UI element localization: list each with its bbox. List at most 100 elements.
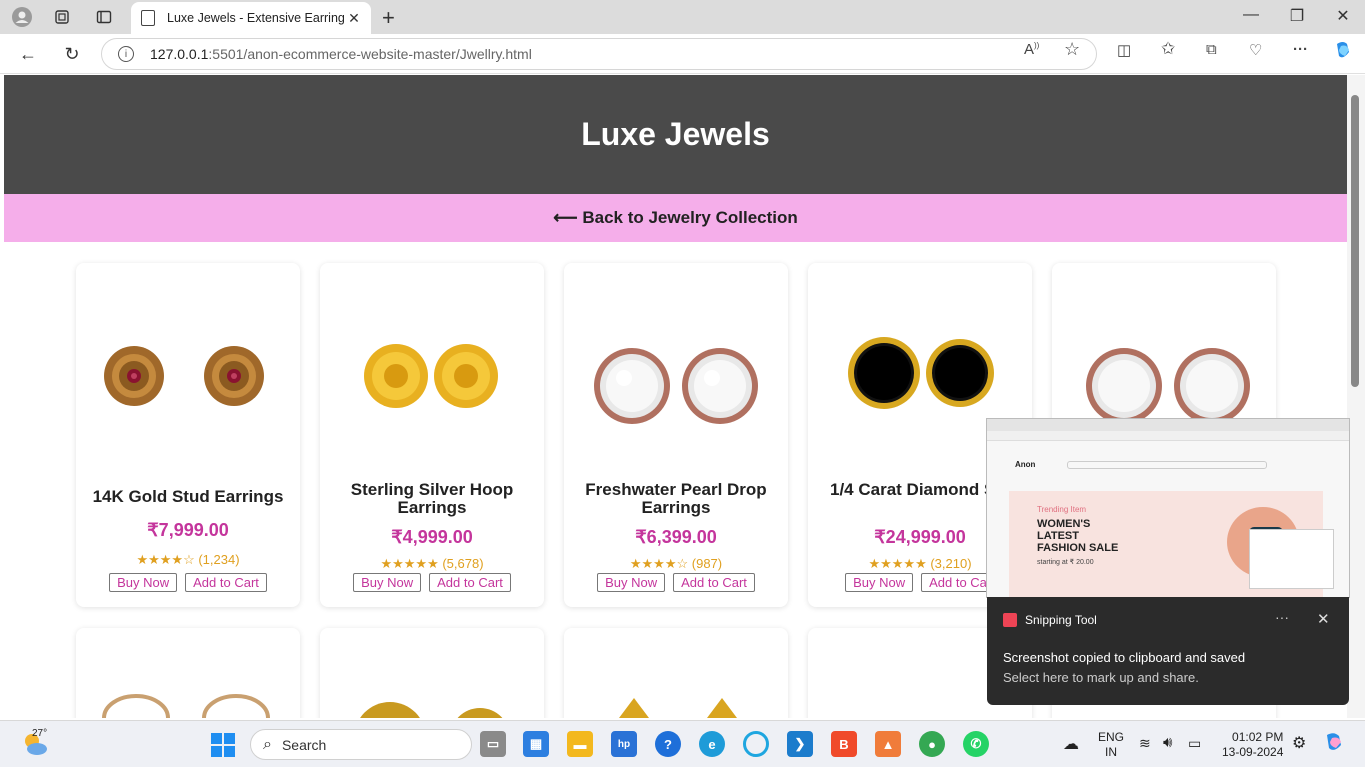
maximize-icon[interactable]: ❐ (1287, 6, 1307, 26)
vscode-icon[interactable]: ❯ (787, 731, 813, 757)
file-explorer-icon[interactable]: ▬ (567, 731, 593, 757)
whatsapp-icon[interactable]: ✆ (963, 731, 989, 757)
page-favicon-icon (141, 10, 155, 26)
url-host: 127.0.0.1 (150, 46, 209, 62)
product-card: Sterling Silver Hoop Earrings ₹4,999.00 … (320, 263, 544, 607)
snipping-tool-icon (1003, 613, 1017, 627)
buy-now-button[interactable]: Buy Now (109, 573, 178, 592)
product-card (564, 628, 788, 718)
product-image[interactable] (76, 628, 300, 718)
favorites-icon[interactable]: ✩ (1161, 39, 1175, 59)
back-arrow-icon[interactable]: ← (16, 42, 40, 66)
product-rating: ★★★★☆ (987) (629, 556, 723, 571)
start-button[interactable] (211, 733, 235, 757)
volume-icon[interactable]: 🔊︎ (1163, 734, 1172, 751)
window-close-icon[interactable]: ✕ (1333, 6, 1353, 26)
minimize-icon[interactable]: — (1241, 6, 1261, 24)
search-icon: ⌕ (263, 735, 272, 753)
product-name: Freshwater Pearl Drop Earrings (585, 480, 767, 517)
tab-actions-icon[interactable] (93, 6, 115, 28)
snip-preview[interactable]: Anon Trending Item WOMEN'S LATEST FASHIO… (986, 418, 1350, 598)
workspaces-icon[interactable] (51, 6, 73, 28)
product-image[interactable] (76, 303, 300, 443)
preview-headline-3: FASHION SALE (1037, 542, 1119, 554)
clock-date: 13-09-2024 (1222, 745, 1284, 759)
store-icon[interactable]: ▦ (523, 731, 549, 757)
product-price: ₹7,999.00 (147, 520, 229, 540)
product-rating: ★★★★☆ (1,234) (136, 552, 240, 567)
toast-close-icon[interactable]: ✕ (1317, 610, 1330, 628)
url-path: :5501/anon-ecommerce-website-master/Jwel… (208, 46, 532, 62)
cortana-icon[interactable] (743, 731, 769, 757)
lang-secondary: IN (1105, 745, 1117, 759)
add-to-cart-button[interactable]: Add to Cart (429, 573, 511, 592)
product-price: ₹6,399.00 (635, 527, 717, 547)
edge-icon[interactable]: e (699, 731, 725, 757)
product-name: Sterling Silver Hoop Earrings (350, 480, 514, 517)
help-icon[interactable]: ? (655, 731, 681, 757)
snipping-tool-toast[interactable]: Snipping Tool ··· ✕ Screenshot copied to… (987, 597, 1349, 705)
site-info-icon[interactable]: i (118, 46, 134, 62)
toast-message: Screenshot copied to clipboard and saved (1003, 650, 1246, 665)
address-bar[interactable]: i 127.0.0.1:5501/anon-ecommerce-website-… (101, 38, 1097, 70)
buy-now-button[interactable]: Buy Now (597, 573, 666, 592)
preview-headline-2: LATEST (1037, 530, 1079, 542)
task-view-icon[interactable]: ▭ (480, 731, 506, 757)
read-aloud-icon[interactable]: A)) (1024, 41, 1039, 58)
toast-more-icon[interactable]: ··· (1275, 609, 1289, 625)
product-image[interactable] (564, 303, 788, 443)
new-tab-icon[interactable]: + (382, 5, 395, 31)
chrome-icon[interactable]: ● (919, 731, 945, 757)
lang-primary: ENG (1098, 730, 1125, 744)
battery-icon[interactable]: ▭ (1188, 735, 1201, 752)
copilot-icon[interactable] (1333, 40, 1353, 64)
add-to-cart-button[interactable]: Add to Cart (185, 573, 267, 592)
split-screen-icon[interactable]: ◫ (1117, 41, 1131, 59)
product-image[interactable] (564, 628, 788, 718)
browser-toolbar: ← ↻ i 127.0.0.1:5501/anon-ecommerce-webs… (0, 34, 1365, 74)
add-to-cart-button[interactable]: Add to Ca (921, 573, 995, 592)
cloud-icon[interactable]: ☁ (1063, 734, 1079, 754)
browser-tab-bar: Luxe Jewels - Extensive Earrings C ✕ + —… (0, 0, 1365, 34)
collections-icon[interactable]: ⧉ (1206, 41, 1217, 58)
preview-headline-1: WOMEN'S (1037, 518, 1091, 530)
settings-more-icon[interactable]: ··· (1293, 41, 1308, 58)
taskbar-search[interactable]: ⌕ Search (250, 729, 472, 760)
page-scrollbar[interactable] (1347, 75, 1365, 718)
profile-icon[interactable] (11, 6, 33, 28)
favorite-star-icon[interactable]: ☆ (1064, 39, 1080, 60)
clock[interactable]: 01:02 PM 13-09-2024 (1222, 730, 1283, 760)
clock-time: 01:02 PM (1232, 730, 1284, 744)
buy-now-button[interactable]: Buy Now (845, 573, 914, 592)
back-bar: ⟵ Back to Jewelry Collection (4, 194, 1347, 242)
myhp-icon[interactable]: hp (611, 731, 637, 757)
product-image[interactable] (320, 628, 544, 718)
product-card: Freshwater Pearl Drop Earrings ₹6,399.00… (564, 263, 788, 607)
windows-taskbar: 27° ⌕ Search ▭ ▦ ▬ hp ? e ❯ B ▲ ● ✆ ☁ EN… (0, 720, 1365, 767)
copilot-taskbar-icon[interactable] (1323, 731, 1345, 756)
buy-now-button[interactable]: Buy Now (353, 573, 422, 592)
product-image[interactable] (320, 303, 544, 443)
tab-title: Luxe Jewels - Extensive Earrings C (167, 11, 345, 25)
product-card (320, 628, 544, 718)
settings-gear-icon[interactable]: ⚙ (1292, 733, 1306, 753)
brave-icon[interactable]: B (831, 731, 857, 757)
product-price: ₹4,999.00 (391, 527, 473, 547)
back-to-collection-link[interactable]: ⟵ Back to Jewelry Collection (553, 208, 798, 228)
weather-temp: 27° (32, 728, 48, 739)
wifi-icon[interactable]: ≋ (1139, 735, 1151, 752)
browser-essentials-icon[interactable]: ♡ (1249, 41, 1262, 59)
preview-brand: Anon (1015, 460, 1036, 469)
reload-icon[interactable]: ↻ (60, 42, 84, 66)
add-to-cart-button[interactable]: Add to Cart (673, 573, 755, 592)
product-name: 14K Gold Stud Earrings (92, 487, 284, 506)
scrollbar-thumb[interactable] (1351, 95, 1359, 387)
toast-app-name: Snipping Tool (1025, 613, 1097, 627)
site-header: Luxe Jewels (4, 75, 1347, 194)
active-tab[interactable]: Luxe Jewels - Extensive Earrings C ✕ (131, 2, 371, 34)
postman-icon[interactable]: ▲ (875, 731, 901, 757)
preview-starting: starting at ₹ 20.00 (1037, 559, 1094, 566)
tab-close-icon[interactable]: ✕ (345, 10, 363, 27)
language-indicator[interactable]: ENG IN (1098, 730, 1124, 760)
weather-widget[interactable]: 27° (20, 728, 50, 759)
